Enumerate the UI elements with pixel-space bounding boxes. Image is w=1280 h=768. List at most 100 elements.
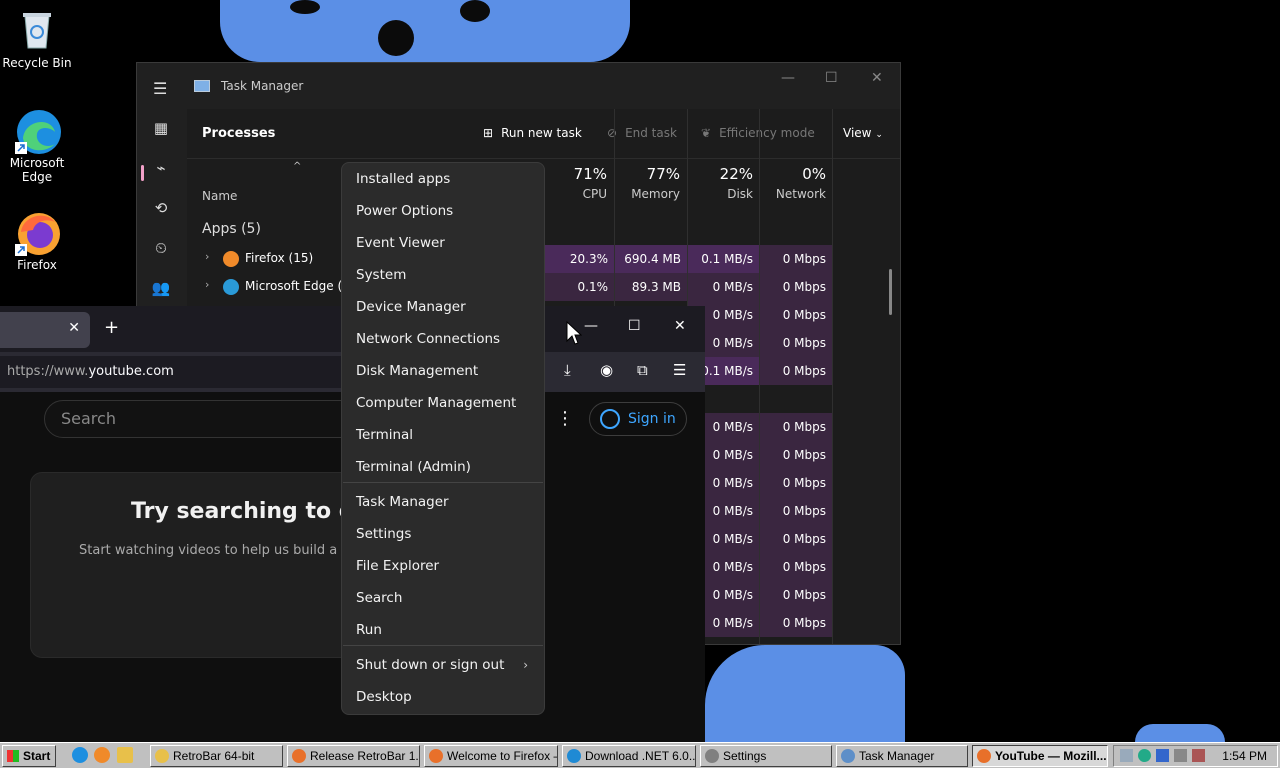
menu-item[interactable]: Settings [356,526,411,542]
close-button[interactable]: ✕ [871,70,883,86]
startup-apps-icon[interactable]: ⏲ [151,239,171,259]
app-history-icon[interactable]: ⟲ [151,199,171,219]
chevron-right-icon: › [523,658,528,672]
processes-icon[interactable]: ▦ [151,119,171,139]
taskbar-button-label: Release RetroBar 1.... [310,749,420,763]
wallpaper-shape [1135,724,1225,742]
firefox-icon [223,251,239,267]
firefox-icon [15,210,60,256]
tray-icon[interactable] [1156,749,1169,762]
url-bar[interactable]: https://www.youtube.com [0,356,345,388]
windows-logo-icon [7,750,19,762]
network-value: 0 Mbps [760,553,832,581]
menu-item[interactable]: Network Connections [356,331,500,347]
title-bar[interactable]: ☰ Task Manager — ☐ ✕ [137,63,900,109]
new-tab-button[interactable]: + [104,317,119,338]
disk-column-header[interactable]: 22% Disk [681,165,753,201]
account-icon[interactable]: ◉ [600,361,613,379]
menu-item[interactable]: Run [356,622,382,638]
memory-label: Memory [631,187,680,201]
taskbar-button[interactable]: Release RetroBar 1.... [287,745,420,767]
taskbar-button[interactable]: Task Manager [836,745,968,767]
memory-column-header[interactable]: 77% Memory [608,165,680,201]
close-button[interactable]: ✕ [674,318,686,334]
run-new-task-label: Run new task [501,126,582,140]
file-explorer-icon[interactable] [117,747,133,763]
taskbar-button-label: Welcome to Firefox –... [447,749,558,763]
menu-item[interactable]: Search [356,590,402,606]
leaf-icon: ❦ [701,126,712,140]
end-task-icon: ⊘ [607,126,618,140]
menu-item[interactable]: File Explorer [356,558,439,574]
efficiency-mode-button[interactable]: ❦ Efficiency mode [701,126,815,140]
maximize-button[interactable]: ☐ [628,318,641,334]
run-new-task-button[interactable]: ⊞ Run new task [483,126,582,140]
menu-item[interactable]: Event Viewer [356,235,445,251]
menu-item[interactable]: Task Manager [356,494,449,510]
edge-icon [15,108,61,154]
process-name: Firefox (15) [245,251,314,265]
desktop-icon-recycle-bin[interactable]: Recycle Bin [0,8,74,70]
network-icon[interactable] [1174,749,1187,762]
menu-item[interactable]: Disk Management [356,363,478,379]
menu-item[interactable]: Power Options [356,203,453,219]
winx-context-menu[interactable]: Installed apps Power Options Event Viewer S… [341,162,545,715]
volume-icon[interactable] [1192,749,1205,762]
taskbar-button[interactable]: Welcome to Firefox –... [424,745,558,767]
download-icon[interactable]: ⤓ [564,361,571,379]
edge-icon[interactable] [72,747,88,763]
users-icon[interactable]: 👥 [151,279,171,299]
desktop-icon-firefox[interactable]: Firefox [0,210,74,272]
tray-icon[interactable] [1138,749,1151,762]
more-options-icon[interactable]: ⋮ [556,408,574,429]
chevron-right-icon[interactable]: › [205,278,209,291]
end-task-button[interactable]: ⊘ End task [607,126,677,140]
clock[interactable]: 1:54 PM [1222,749,1267,763]
close-tab-icon[interactable]: ✕ [68,320,80,336]
menu-item[interactable]: Desktop [356,689,412,705]
network-value: 0 Mbps [760,301,832,329]
chevron-right-icon[interactable]: › [205,250,209,263]
minimize-button[interactable]: — [781,70,795,86]
desktop-icon-edge[interactable]: Microsoft Edge [0,108,74,184]
memory-value: 89.3 MB [615,273,687,301]
network-column-header[interactable]: 0% Network [754,165,826,201]
search-input[interactable]: Search [44,400,364,438]
taskbar-button-label: Settings [723,749,767,763]
maximize-button[interactable]: ☐ [825,70,838,86]
scrollbar[interactable] [889,269,892,315]
sort-up-icon: ^ [293,161,302,172]
network-value: 0 Mbps [760,441,832,469]
extensions-icon[interactable]: ⧉ [637,361,648,379]
menu-item[interactable]: Terminal (Admin) [356,459,471,475]
name-column-header[interactable]: Name [202,189,237,203]
card-subtext: Start watching videos to help us build a… [79,543,362,558]
hamburger-menu-icon[interactable]: ☰ [153,79,167,98]
menu-item[interactable]: Computer Management [356,395,516,411]
wallpaper-shape [290,0,320,14]
performance-icon[interactable]: ⌁ [151,159,171,179]
firefox-icon[interactable] [94,747,110,763]
tray-icon[interactable] [1120,749,1133,762]
apps-group-header[interactable]: Apps (5) [202,221,261,237]
taskbar-button[interactable]: Settings [700,745,832,767]
page-title: Processes [202,126,276,141]
app-icon [155,749,169,763]
cpu-column-header[interactable]: 71% CPU [535,165,607,201]
menu-separator [343,645,543,646]
start-button[interactable]: Start [2,745,56,767]
edge-icon [223,279,239,295]
taskbar-button[interactable]: Download .NET 6.0... [562,745,696,767]
menu-icon[interactable]: ☰ [673,361,686,379]
browser-tab[interactable]: ✕ [0,312,90,348]
menu-item[interactable]: System [356,267,406,283]
view-button[interactable]: View ⌄ [843,126,883,140]
menu-item[interactable]: Shut down or sign out [356,657,504,673]
sign-in-button[interactable]: Sign in [589,402,687,436]
menu-item[interactable]: Installed apps [356,171,450,187]
menu-item[interactable]: Device Manager [356,299,466,315]
taskbar-button[interactable]: YouTube — Mozill... [972,745,1108,767]
taskbar-button[interactable]: RetroBar 64-bit [150,745,283,767]
minimize-button[interactable]: — [584,318,598,334]
menu-item[interactable]: Terminal [356,427,413,443]
